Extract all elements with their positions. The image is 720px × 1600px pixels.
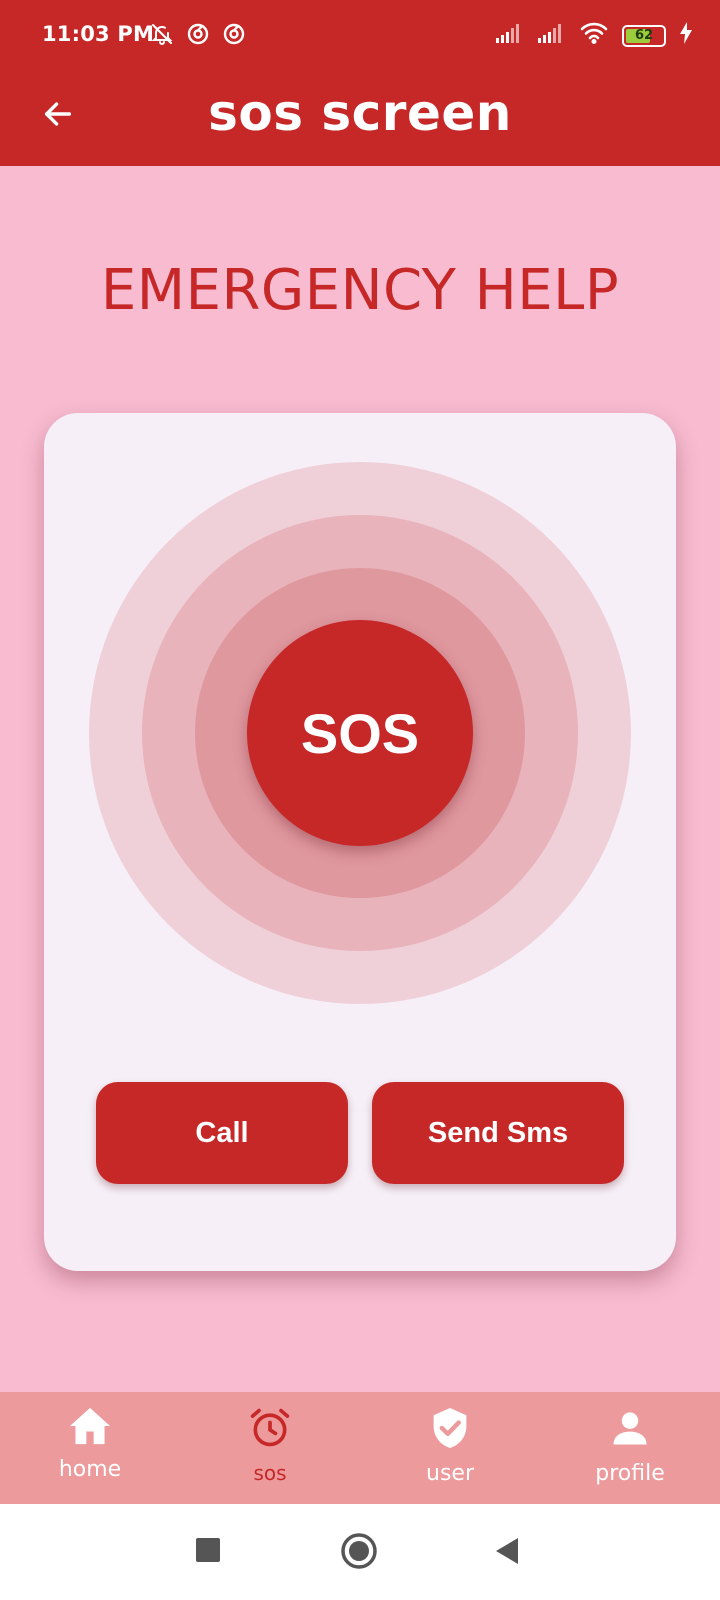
system-nav-bar	[0, 1504, 720, 1600]
battery-level: 62	[634, 28, 654, 43]
sos-button[interactable]: SOS	[247, 620, 473, 846]
nav-label-user: user	[426, 1461, 474, 1486]
page-title: sos screen	[208, 84, 512, 142]
back-triangle-icon[interactable]	[494, 1536, 520, 1571]
status-time: 11:03 PM	[42, 22, 155, 46]
charging-icon	[680, 22, 692, 49]
send-sms-button[interactable]: Send Sms	[372, 1082, 624, 1184]
status-bar: 11:03 PM 62	[0, 0, 720, 70]
call-button[interactable]: Call	[96, 1082, 348, 1184]
bottom-nav: home sos user profile	[0, 1392, 720, 1504]
home-icon	[68, 1406, 112, 1451]
nav-item-profile[interactable]: profile	[540, 1392, 720, 1504]
signal-icon	[496, 23, 524, 48]
nav-label-profile: profile	[595, 1461, 665, 1486]
person-icon	[608, 1406, 652, 1455]
nav-label-home: home	[58, 1457, 122, 1482]
wifi-icon	[580, 22, 608, 49]
recents-icon[interactable]	[196, 1538, 220, 1567]
app-bar: sos screen	[0, 70, 720, 166]
vpn-icon	[222, 22, 246, 51]
vpn-icon	[186, 22, 210, 51]
home-circle-icon[interactable]	[340, 1532, 378, 1575]
nav-item-user[interactable]: user	[360, 1392, 540, 1504]
alarm-clock-icon	[248, 1406, 292, 1455]
status-right-icons: 62	[496, 22, 692, 49]
sos-card: SOS Call Send Sms	[44, 413, 676, 1271]
nav-item-home[interactable]: home	[0, 1392, 180, 1504]
shield-check-icon	[430, 1406, 470, 1455]
signal-icon	[538, 23, 566, 48]
emergency-heading: EMERGENCY HELP	[100, 258, 620, 323]
battery-icon: 62	[622, 24, 666, 47]
status-left-icons	[150, 22, 246, 51]
nav-label-sos: sos	[253, 1461, 287, 1485]
nav-item-sos[interactable]: sos	[180, 1392, 360, 1504]
bell-off-icon	[150, 22, 174, 51]
